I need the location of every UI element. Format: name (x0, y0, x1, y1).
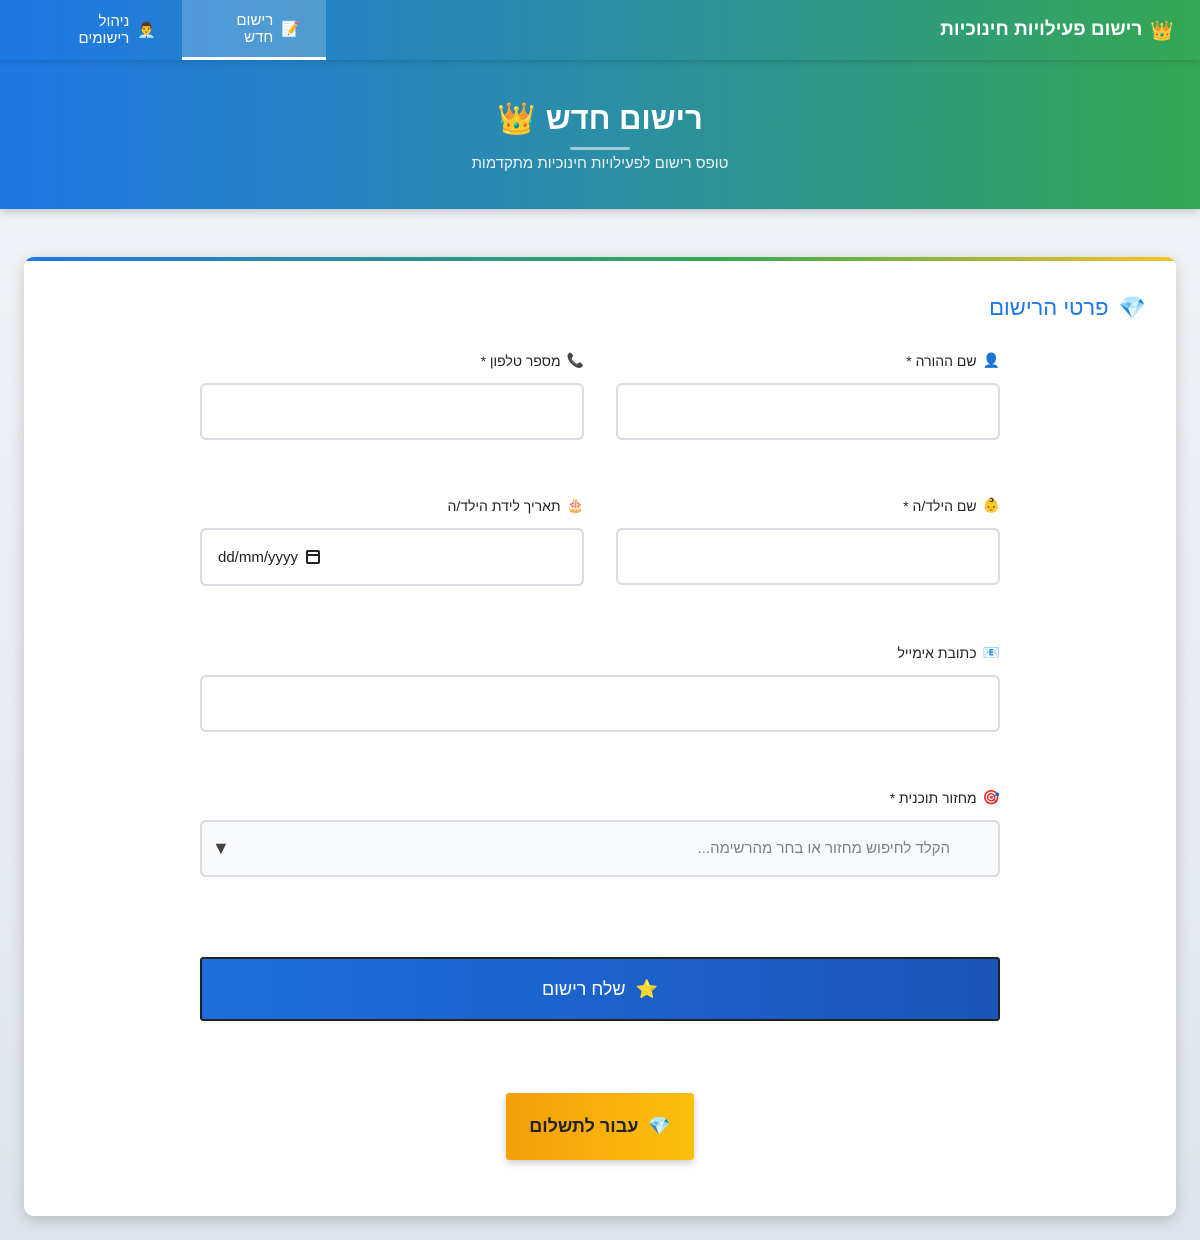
birth-date-label: 🎂 תאריך לידת הילד/ה (447, 498, 584, 514)
tab-new-registration[interactable]: 📝 רישום חדש (182, 0, 326, 60)
child-name-label: 👶 שם הילד/ה * (903, 498, 1000, 514)
date-value: dd/mm/yyyy (218, 548, 299, 566)
cycle-placeholder: הקלד לחיפוש מחזור או בחר מהרשימה... (697, 840, 950, 857)
page-subtitle: טופס רישום לפעילויות חינוכיות מתקדמות (471, 155, 729, 172)
star-icon: ⭐ (635, 978, 658, 1000)
section-title: 💎 פרטי הרישום (989, 295, 1146, 321)
phone-input[interactable] (200, 383, 584, 440)
tab-label: ניהול רישומים (78, 13, 130, 47)
parent-name-label: 👤 שם ההורה * (906, 353, 1000, 369)
nav-tabs: 👨‍💼 ניהול רישומים 📝 רישום חדש (24, 0, 326, 60)
parent-name-input[interactable] (616, 383, 1000, 440)
title-divider (570, 147, 630, 150)
crown-icon: 👑 (1150, 19, 1174, 42)
tab-manage-registrations[interactable]: 👨‍💼 ניהול רישומים (24, 0, 182, 60)
birth-date-input[interactable]: dd/mm/yyyy (200, 528, 584, 586)
submit-registration-button[interactable]: ⭐ שלח רישום (200, 957, 1000, 1021)
phone-label-text: מספר טלפון * (480, 353, 561, 369)
page-header: רישום חדש 👑 טופס רישום לפעילויות חינוכיו… (0, 60, 1200, 209)
child-name-label-text: שם הילד/ה * (903, 498, 977, 514)
email-input[interactable] (200, 675, 1000, 732)
birth-date-label-text: תאריך לידת הילד/ה (447, 498, 561, 514)
child-name-input[interactable] (616, 528, 1000, 585)
page-title: רישום חדש 👑 (0, 100, 1200, 138)
phone-icon: 📞 (566, 353, 584, 369)
cake-icon: 🎂 (566, 498, 584, 514)
baby-icon: 👶 (982, 498, 1000, 514)
section-title-text: פרטי הרישום (989, 295, 1109, 320)
page-title-text: רישום חדש (545, 100, 703, 136)
manager-icon: 👨‍💼 (137, 21, 156, 39)
calendar-icon[interactable] (306, 550, 321, 564)
gem-icon: 💎 (1118, 295, 1146, 321)
phone-label: 📞 מספר טלפון * (481, 353, 584, 369)
payment-label: עבור לתשלום (529, 1116, 639, 1136)
gem-icon: 💎 (648, 1116, 671, 1137)
person-icon: 👤 (982, 353, 1000, 369)
cycle-label: 🎯 מחזור תוכנית * (890, 790, 1000, 806)
email-label: 📧 כתובת אימייל (898, 645, 1001, 661)
tab-label: רישום חדש (236, 11, 274, 46)
email-icon: 📧 (982, 645, 1000, 661)
parent-name-label-text: שם ההורה * (906, 353, 977, 369)
go-to-payment-button[interactable]: 💎 עבור לתשלום (506, 1093, 694, 1160)
cycle-select[interactable]: הקלד לחיפוש מחזור או בחר מהרשימה... ▼ (200, 820, 1000, 877)
app-brand[interactable]: 👑 רישום פעילויות חינוכיות (940, 0, 1174, 60)
app-title: רישום פעילויות חינוכיות (940, 19, 1143, 40)
registration-form-card: 💎 פרטי הרישום 👤 שם ההורה * 📞 מספר טלפון … (24, 257, 1176, 1216)
cycle-label-text: מחזור תוכנית * (889, 790, 977, 806)
memo-icon: 📝 (281, 19, 300, 38)
submit-label: שלח רישום (542, 978, 626, 999)
card-accent-strip (24, 257, 1176, 261)
crown-icon: 👑 (497, 101, 536, 137)
target-icon: 🎯 (982, 790, 1000, 806)
top-navbar: 👑 רישום פעילויות חינוכיות 👨‍💼 ניהול רישו… (0, 0, 1200, 60)
email-label-text: כתובת אימייל (897, 645, 977, 661)
chevron-down-icon[interactable]: ▼ (212, 838, 230, 859)
